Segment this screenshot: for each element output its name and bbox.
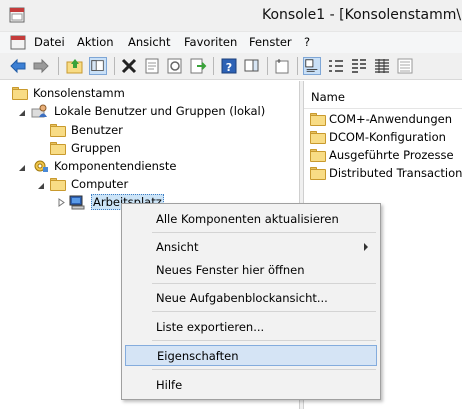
show-action-pane-icon[interactable]	[243, 57, 261, 75]
menu-item-label: Hilfe	[156, 378, 183, 392]
menu-separator	[152, 340, 376, 341]
tree-label: Benutzer	[71, 123, 123, 137]
column-header-label: Name	[311, 90, 345, 104]
menu-favoriten[interactable]: Favoriten	[184, 35, 237, 49]
menu-separator	[152, 232, 376, 233]
tree-label: Gruppen	[71, 141, 121, 155]
tree-label: Konsolenstamm	[33, 86, 125, 100]
folder-icon	[50, 123, 66, 137]
list-item[interactable]: Distributed Transaction C	[310, 164, 462, 182]
toolbar-separator	[213, 57, 214, 75]
forward-icon[interactable]	[32, 57, 50, 75]
tree-label: Komponentendienste	[54, 159, 177, 173]
toolbar-separator	[114, 57, 115, 75]
export-list-icon[interactable]	[189, 57, 207, 75]
show-hide-tree-icon[interactable]	[89, 57, 107, 75]
collapse-arrow-icon[interactable]	[36, 181, 45, 190]
svg-text:?: ?	[226, 61, 232, 74]
small-icons-icon[interactable]	[327, 57, 345, 75]
menu-ansicht[interactable]: Ansicht	[128, 35, 170, 49]
folder-icon	[310, 130, 326, 144]
toolbar-separator	[58, 57, 59, 75]
up-folder-icon[interactable]	[66, 57, 84, 75]
menu-item-refresh-all[interactable]: Alle Komponenten aktualisieren	[124, 208, 378, 229]
list-item[interactable]: Ausgeführte Prozesse	[310, 146, 454, 164]
toolbar: ?	[0, 53, 462, 80]
collapse-arrow-icon[interactable]	[17, 163, 26, 172]
component-services-icon	[34, 160, 48, 172]
tree-item-local-users[interactable]: Lokale Benutzer und Gruppen (lokal)	[31, 102, 266, 120]
list-item-label: COM+-Anwendungen	[329, 112, 453, 126]
tree-label: Lokale Benutzer und Gruppen (lokal)	[54, 104, 266, 118]
console-icon[interactable]	[10, 35, 26, 50]
menu-fenster[interactable]: Fenster	[249, 35, 292, 49]
menu-item-label: Ansicht	[156, 240, 199, 254]
context-menu: Alle Komponenten aktualisieren Ansicht N…	[121, 203, 381, 400]
menu-datei[interactable]: Datei	[34, 35, 65, 49]
help-icon[interactable]: ?	[220, 57, 238, 75]
properties-icon[interactable]	[143, 57, 161, 75]
toolbar-separator	[267, 57, 268, 75]
list-item[interactable]: COM+-Anwendungen	[310, 110, 452, 128]
menu-help[interactable]: ?	[304, 35, 310, 49]
list-item-label: Ausgeführte Prozesse	[329, 148, 454, 162]
folder-icon	[50, 177, 66, 191]
folder-icon	[310, 112, 326, 126]
menu-item-view[interactable]: Ansicht	[124, 236, 378, 257]
expand-arrow-icon[interactable]	[57, 198, 66, 207]
menu-separator	[152, 311, 376, 312]
menu-item-label: Alle Komponenten aktualisieren	[156, 212, 339, 226]
menu-item-new-window[interactable]: Neues Fenster hier öffnen	[124, 259, 378, 280]
customize-view-icon[interactable]	[396, 57, 414, 75]
folder-icon	[310, 148, 326, 162]
folder-icon	[12, 86, 28, 100]
list-view-icon[interactable]	[350, 57, 368, 75]
refresh-icon[interactable]	[166, 57, 184, 75]
collapse-arrow-icon[interactable]	[17, 108, 26, 117]
detail-view-icon[interactable]	[373, 57, 391, 75]
tree-item-computer[interactable]: Computer	[50, 175, 129, 193]
list-item-label: Distributed Transaction C	[329, 166, 462, 180]
back-icon[interactable]	[9, 57, 27, 75]
submenu-arrow-icon	[364, 243, 368, 251]
tree-item-component-services[interactable]: Komponentendienste	[31, 157, 178, 175]
menu-item-label: Liste exportieren...	[156, 320, 265, 334]
folder-icon	[50, 141, 66, 155]
menu-separator	[152, 369, 376, 370]
menu-separator	[152, 283, 376, 284]
menu-bar: Datei Aktion Ansicht Favoriten Fenster ?	[0, 32, 462, 53]
menu-item-label: Neues Fenster hier öffnen	[156, 263, 305, 277]
large-icons-icon[interactable]	[303, 57, 321, 75]
menu-item-new-taskpad[interactable]: Neue Aufgabenblockansicht...	[124, 287, 378, 308]
users-group-icon	[31, 104, 47, 118]
folder-icon	[310, 166, 326, 180]
menu-item-properties[interactable]: Eigenschaften	[125, 345, 377, 366]
toolbar-separator	[297, 57, 298, 75]
new-window-icon[interactable]	[273, 57, 291, 75]
menu-item-label: Eigenschaften	[157, 349, 239, 363]
list-item-label: DCOM-Konfiguration	[329, 130, 446, 144]
menu-item-help[interactable]: Hilfe	[124, 374, 378, 395]
tree-item-users[interactable]: Benutzer	[50, 121, 124, 139]
menu-item-label: Neue Aufgabenblockansicht...	[156, 291, 328, 305]
column-header-name[interactable]: Name	[304, 81, 462, 109]
list-item[interactable]: DCOM-Konfiguration	[310, 128, 446, 146]
tree-label: Computer	[71, 177, 129, 191]
delete-icon[interactable]	[120, 57, 138, 75]
tree-item-root[interactable]: Konsolenstamm	[12, 84, 126, 102]
computer-icon	[69, 195, 85, 210]
app-icon[interactable]	[9, 7, 25, 23]
tree-item-groups[interactable]: Gruppen	[50, 139, 122, 157]
menu-aktion[interactable]: Aktion	[77, 35, 114, 49]
menu-item-export-list[interactable]: Liste exportieren...	[124, 316, 378, 337]
title-bar: Konsole1 - [Konsolenstamm\	[0, 0, 462, 32]
window-title: Konsole1 - [Konsolenstamm\	[262, 7, 462, 23]
